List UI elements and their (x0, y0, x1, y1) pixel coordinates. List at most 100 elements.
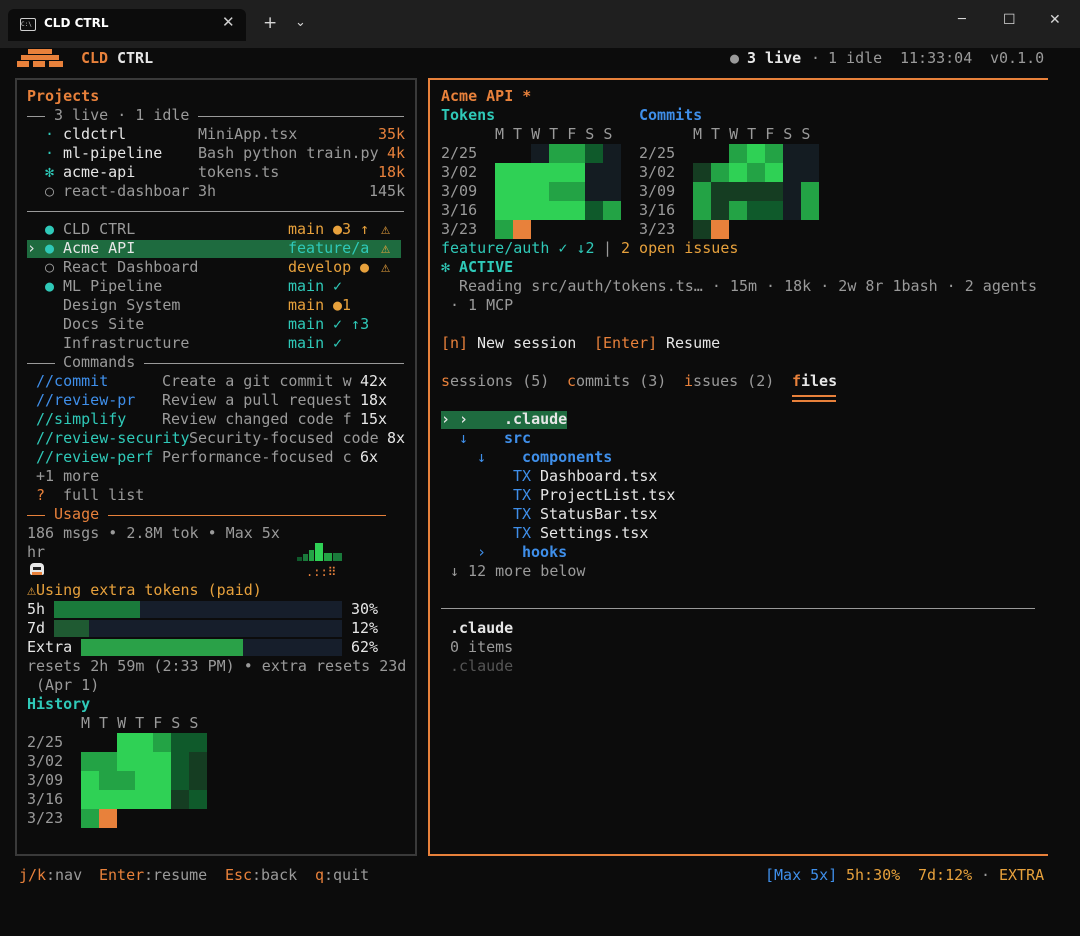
session-marker: ○ (45, 182, 55, 200)
command-name[interactable]: //simplify (36, 410, 126, 429)
bar-label: Extra (27, 638, 73, 656)
heatmap-cell (801, 163, 819, 182)
pipe-sep: | (603, 239, 613, 257)
bar-label: 7d (27, 619, 46, 637)
divider (27, 363, 55, 364)
heatmap-cell (513, 163, 531, 182)
expand-icon[interactable]: ↓ (459, 429, 468, 448)
tree-item[interactable]: components (522, 448, 612, 467)
session-detail: MiniApp.tsx (198, 125, 298, 143)
week-label: 3/02 (639, 163, 676, 181)
command-name[interactable]: //review-pr (36, 391, 135, 410)
commits-day-headers: M T W T F S S (693, 125, 811, 143)
collapse-icon[interactable]: › (477, 543, 486, 562)
heatmap-cell (603, 163, 621, 182)
footer-7d: 7d:12% (918, 866, 973, 884)
expand-icon[interactable]: ↓ (477, 448, 486, 467)
session-name[interactable]: cldctrl (63, 125, 126, 144)
tab-dropdown-button[interactable]: ⌄ (295, 15, 306, 30)
project-git-status: ✓ (333, 277, 343, 295)
heatmap-cell (153, 771, 171, 790)
heatmap-cell (495, 201, 513, 220)
command-name[interactable]: //review-perf (36, 448, 153, 467)
resume-key[interactable]: [Enter] (594, 334, 657, 353)
command-name[interactable]: //commit (36, 372, 108, 391)
week-label: 2/25 (27, 733, 64, 751)
terminal-tab[interactable]: C:\ CLD CTRL ✕ (8, 9, 246, 41)
project-name[interactable]: React Dashboard (63, 258, 198, 277)
heatmap-cell (135, 752, 153, 771)
heatmap-cell (81, 809, 99, 828)
divider (198, 116, 404, 117)
history-title: History (27, 695, 91, 713)
tab-hotkey: i (684, 372, 694, 390)
bar-pct: 30% (351, 600, 379, 618)
heatmap-cell (117, 733, 135, 752)
tsx-file-icon: TX (513, 486, 532, 504)
tree-item[interactable]: src (504, 429, 531, 448)
tree-item[interactable]: StatusBar.tsx (540, 505, 657, 524)
usage-bar-5h (54, 601, 140, 618)
tree-item[interactable]: Dashboard.tsx (540, 467, 657, 486)
heatmap-cell (711, 182, 729, 201)
new-session-button[interactable]: New session (477, 334, 576, 353)
command-name[interactable]: //review-security (36, 429, 190, 448)
close-window-button[interactable]: ✕ (1049, 12, 1061, 28)
project-branch: main (288, 296, 325, 314)
project-name[interactable]: ML Pipeline (63, 277, 162, 296)
header-sep: · (811, 49, 821, 67)
maximize-button[interactable]: ☐ (1003, 12, 1016, 28)
tree-item[interactable]: .claude (504, 410, 567, 429)
heatmap-cell (135, 790, 153, 809)
week-label: 3/09 (639, 182, 676, 200)
project-status-dot: ● (45, 277, 55, 295)
heatmap-cell (567, 182, 585, 201)
open-issues[interactable]: 2 open issues (621, 239, 738, 258)
minimize-button[interactable]: ─ (958, 12, 966, 27)
week-label: 3/09 (441, 182, 478, 200)
activity-line-2: · 1 MCP (450, 296, 514, 314)
more-below[interactable]: ↓ 12 more below (450, 562, 585, 581)
tree-item[interactable]: Settings.tsx (540, 524, 648, 543)
project-name[interactable]: Docs Site (63, 315, 144, 334)
project-name[interactable]: Infrastructure (63, 334, 189, 353)
command-count: 42x (360, 372, 388, 390)
project-name[interactable]: Acme API (63, 239, 135, 258)
divider (441, 608, 1035, 609)
warning-icon: ⚠ (381, 239, 391, 257)
session-name[interactable]: acme-api (63, 163, 135, 182)
tree-item[interactable]: ProjectList.tsx (540, 486, 675, 505)
heatmap-cell (99, 790, 117, 809)
hint-label: :nav (46, 866, 83, 884)
tree-item[interactable]: hooks (522, 543, 567, 562)
resume-button[interactable]: Resume (666, 334, 720, 353)
heatmap-cell (117, 752, 135, 771)
heatmap-cell (801, 144, 819, 163)
session-detail: tokens.ts (198, 163, 280, 181)
heatmap-cell (747, 144, 765, 163)
session-detail: 3h (198, 182, 217, 200)
heatmap-cell (783, 201, 801, 220)
heatmap-cell (189, 733, 207, 752)
more-commands[interactable]: +1 more (36, 467, 99, 486)
heatmap-cell (801, 201, 819, 220)
heatmap-cell (81, 752, 99, 771)
close-tab-icon[interactable]: ✕ (222, 13, 235, 31)
session-name[interactable]: ml-pipeline (63, 144, 162, 163)
projects-summary: 3 live · 1 idle (54, 106, 190, 124)
heatmap-cell (765, 201, 783, 220)
project-name[interactable]: CLD CTRL (63, 220, 135, 239)
history-day-headers: M T W T F S S (81, 714, 199, 732)
project-name[interactable]: Design System (63, 296, 180, 315)
divider (27, 211, 404, 212)
session-tokens: 4k (387, 144, 406, 162)
help-key[interactable]: ? (36, 486, 45, 505)
session-name[interactable]: react-dashboar (63, 182, 189, 201)
tab-label: ommits (3) (576, 372, 667, 390)
new-tab-button[interactable]: + (263, 13, 277, 33)
commits-title: Commits (639, 106, 703, 124)
week-label: 3/16 (639, 201, 676, 219)
tsx-file-icon: TX (513, 467, 532, 485)
new-session-key[interactable]: [n] (441, 334, 468, 353)
heatmap-cell (153, 733, 171, 752)
